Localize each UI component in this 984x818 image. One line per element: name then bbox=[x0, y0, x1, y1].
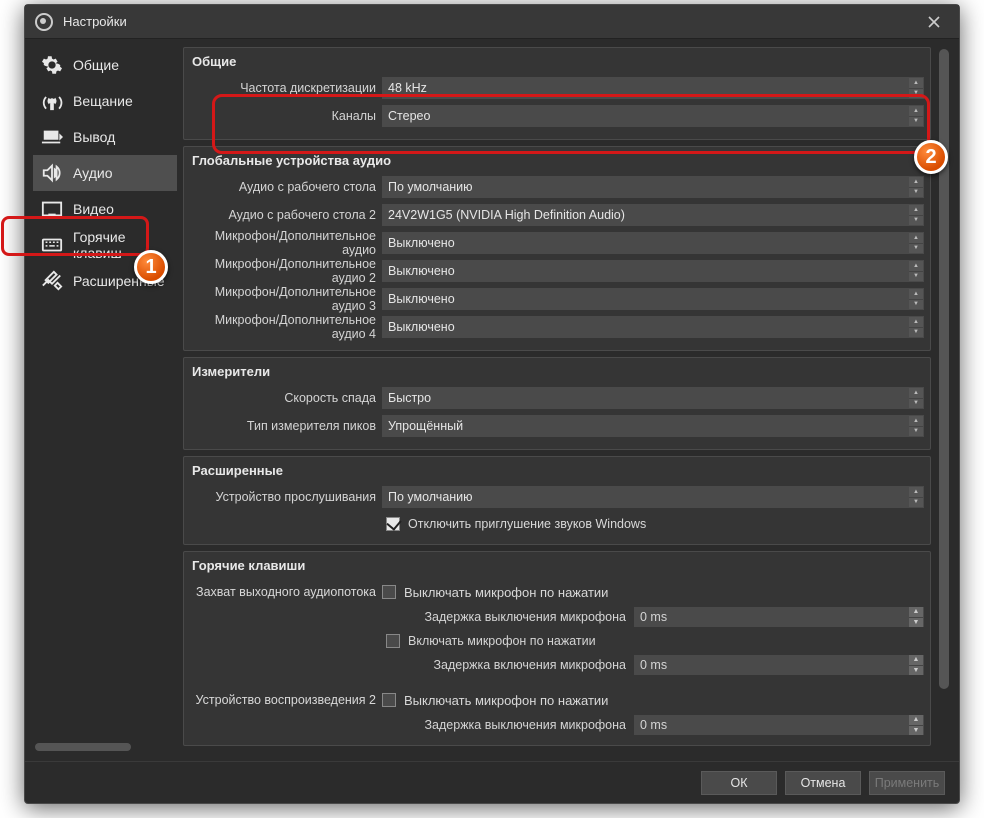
device-label: Аудио с рабочего стола bbox=[190, 180, 376, 194]
settings-content: Общие Частота дискретизации 48 kHz▲▼ Кан… bbox=[177, 47, 933, 753]
unmute-on-press-checkbox[interactable] bbox=[386, 634, 400, 648]
sidebar-item-label: Вещание bbox=[73, 93, 133, 109]
mute-delay-input-2[interactable]: 0 ms▲▼ bbox=[634, 715, 924, 735]
mute-on-press-label: Выключать микрофон по нажатии bbox=[404, 585, 608, 600]
spinner-icon: ▲▼ bbox=[909, 607, 923, 627]
sidebar-item-label: Общие bbox=[73, 57, 119, 73]
settings-window: Настройки Общие Вещание Вывод Аудио bbox=[24, 4, 960, 804]
spinner-icon: ▲▼ bbox=[909, 233, 923, 253]
app-icon bbox=[35, 13, 53, 31]
group-advanced: Расширенные Устройство прослушивания По у… bbox=[183, 456, 931, 545]
spinner-icon: ▲▼ bbox=[909, 317, 923, 337]
sample-rate-label: Частота дискретизации bbox=[190, 81, 376, 95]
sidebar-item-audio[interactable]: Аудио bbox=[33, 155, 177, 191]
group-title: Горячие клавиши bbox=[192, 558, 924, 573]
peak-select[interactable]: Упрощённый▲▼ bbox=[382, 415, 924, 437]
unmute-on-press-label: Включать микрофон по нажатии bbox=[408, 634, 596, 648]
annotation-badge-1: 1 bbox=[134, 250, 168, 284]
sidebar-scrollbar[interactable] bbox=[33, 741, 177, 753]
sidebar-item-label: Аудио bbox=[73, 165, 113, 181]
group-title: Глобальные устройства аудио bbox=[192, 153, 924, 168]
mute-on-press-checkbox-2[interactable] bbox=[382, 693, 396, 707]
group-meters: Измерители Скорость спада Быстро▲▼ Тип из… bbox=[183, 357, 931, 450]
device-label: Микрофон/Дополнительное аудио 4 bbox=[190, 313, 376, 341]
close-icon bbox=[928, 16, 940, 28]
spinner-icon: ▲▼ bbox=[909, 289, 923, 309]
sidebar-item-video[interactable]: Видео bbox=[33, 191, 177, 227]
titlebar: Настройки bbox=[25, 5, 959, 39]
gear-icon bbox=[41, 54, 63, 76]
mic-aux-2-select[interactable]: Выключено▲▼ bbox=[382, 260, 924, 282]
group-general: Общие Частота дискретизации 48 kHz▲▼ Кан… bbox=[183, 47, 931, 140]
spinner-icon: ▲▼ bbox=[909, 388, 923, 408]
decay-select[interactable]: Быстро▲▼ bbox=[382, 387, 924, 409]
group-title: Измерители bbox=[192, 364, 924, 379]
hotkey-block-header: Захват выходного аудиопотока bbox=[190, 585, 376, 599]
monitor-select[interactable]: По умолчанию▲▼ bbox=[382, 486, 924, 508]
mute-delay-input[interactable]: 0 ms▲▼ bbox=[634, 607, 924, 627]
device-label: Аудио с рабочего стола 2 bbox=[190, 208, 376, 222]
ducking-checkbox[interactable] bbox=[386, 517, 400, 531]
decay-label: Скорость спада bbox=[190, 391, 376, 405]
mic-aux-4-select[interactable]: Выключено▲▼ bbox=[382, 316, 924, 338]
desktop-audio-2-select[interactable]: 24V2W1G5 (NVIDIA High Definition Audio)▲… bbox=[382, 204, 924, 226]
hotkey-block-header: Устройство воспроизведения 2 bbox=[190, 693, 376, 707]
group-hotkeys: Горячие клавиши Захват выходного аудиопо… bbox=[183, 551, 931, 746]
output-icon bbox=[41, 126, 63, 148]
sidebar-item-stream[interactable]: Вещание bbox=[33, 83, 177, 119]
sidebar: Общие Вещание Вывод Аудио Видео Горячие … bbox=[33, 47, 177, 753]
mute-on-press-label: Выключать микрофон по нажатии bbox=[404, 693, 608, 708]
group-devices: Глобальные устройства аудио Аудио с рабо… bbox=[183, 146, 931, 351]
spinner-icon: ▲▼ bbox=[909, 78, 923, 98]
spinner-icon: ▲▼ bbox=[909, 487, 923, 507]
spinner-icon: ▲▼ bbox=[909, 205, 923, 225]
ducking-label: Отключить приглушение звуков Windows bbox=[408, 517, 646, 531]
unmute-delay-label: Задержка включения микрофона bbox=[386, 658, 626, 672]
window-title: Настройки bbox=[63, 14, 919, 29]
close-button[interactable] bbox=[919, 7, 949, 37]
sidebar-item-general[interactable]: Общие bbox=[33, 47, 177, 83]
broadcast-icon bbox=[41, 90, 63, 112]
mute-on-press-checkbox[interactable] bbox=[382, 585, 396, 599]
keyboard-icon bbox=[41, 234, 63, 256]
channels-label: Каналы bbox=[190, 109, 376, 123]
sample-rate-select[interactable]: 48 kHz▲▼ bbox=[382, 77, 924, 99]
spinner-icon: ▲▼ bbox=[909, 655, 923, 675]
spinner-icon: ▲▼ bbox=[909, 106, 923, 126]
video-icon bbox=[41, 198, 63, 220]
sidebar-item-output[interactable]: Вывод bbox=[33, 119, 177, 155]
peak-label: Тип измерителя пиков bbox=[190, 419, 376, 433]
cancel-button[interactable]: Отмена bbox=[785, 771, 861, 795]
sidebar-item-label: Видео bbox=[73, 201, 114, 217]
annotation-badge-2: 2 bbox=[914, 140, 948, 174]
spinner-icon: ▲▼ bbox=[909, 261, 923, 281]
spinner-icon: ▲▼ bbox=[909, 715, 923, 735]
spinner-icon: ▲▼ bbox=[909, 416, 923, 436]
group-title: Общие bbox=[192, 54, 924, 69]
mute-delay-label: Задержка выключения микрофона bbox=[386, 610, 626, 624]
group-title: Расширенные bbox=[192, 463, 924, 478]
mic-aux-3-select[interactable]: Выключено▲▼ bbox=[382, 288, 924, 310]
monitor-label: Устройство прослушивания bbox=[190, 490, 376, 504]
channels-select[interactable]: Стерео▲▼ bbox=[382, 105, 924, 127]
ok-button[interactable]: ОК bbox=[701, 771, 777, 795]
device-label: Микрофон/Дополнительное аудио 2 bbox=[190, 257, 376, 285]
tools-icon bbox=[41, 270, 63, 292]
audio-icon bbox=[41, 162, 63, 184]
mic-aux-select[interactable]: Выключено▲▼ bbox=[382, 232, 924, 254]
spinner-icon: ▲▼ bbox=[909, 177, 923, 197]
apply-button[interactable]: Применить bbox=[869, 771, 945, 795]
dialog-footer: ОК Отмена Применить bbox=[25, 761, 959, 803]
mute-delay-label: Задержка выключения микрофона bbox=[386, 718, 626, 732]
unmute-delay-input[interactable]: 0 ms▲▼ bbox=[634, 655, 924, 675]
device-label: Микрофон/Дополнительное аудио bbox=[190, 229, 376, 257]
sidebar-item-label: Вывод bbox=[73, 129, 115, 145]
desktop-audio-select[interactable]: По умолчанию▲▼ bbox=[382, 176, 924, 198]
device-label: Микрофон/Дополнительное аудио 3 bbox=[190, 285, 376, 313]
